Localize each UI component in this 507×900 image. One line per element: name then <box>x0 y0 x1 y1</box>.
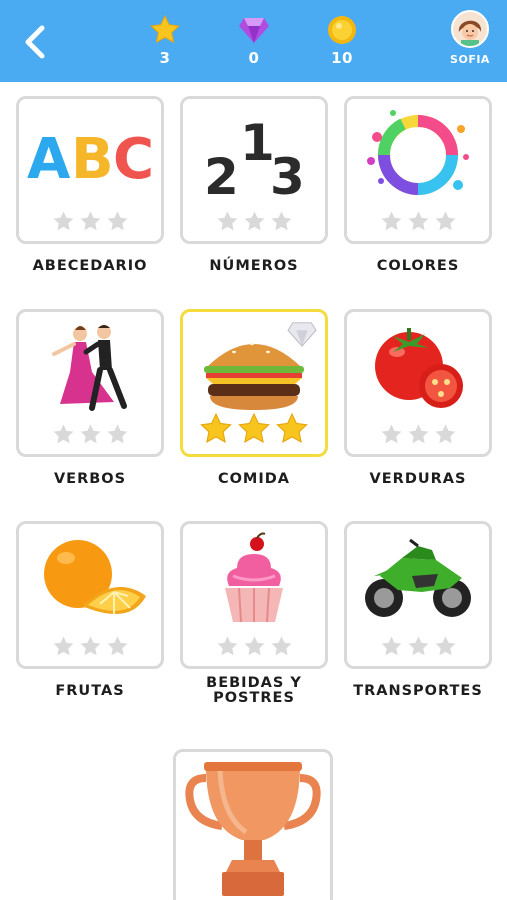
motorcycle-icon <box>347 532 489 628</box>
star-empty-icon <box>381 211 401 231</box>
star-earned-icon <box>276 412 308 443</box>
star-earned-icon <box>238 412 270 443</box>
star-icon <box>150 14 180 44</box>
back-button[interactable] <box>18 22 52 62</box>
star-empty-icon <box>408 424 428 444</box>
category-label: VERDURAS <box>369 471 467 487</box>
avatar <box>451 10 489 48</box>
star-empty-icon <box>80 211 100 231</box>
category-card-transportes[interactable] <box>344 521 492 669</box>
star-empty-icon <box>217 211 237 231</box>
category-card-comida[interactable] <box>180 309 328 457</box>
chevron-left-icon <box>25 25 45 59</box>
star-empty-icon <box>107 424 127 444</box>
trophy-card[interactable] <box>173 749 333 900</box>
star-rating <box>19 635 161 658</box>
star-empty-icon <box>435 211 455 231</box>
coins-counter: 10 <box>312 14 372 67</box>
star-empty-icon <box>435 424 455 444</box>
letter-b: B <box>71 127 114 190</box>
gems-count: 0 <box>248 49 260 67</box>
profile-button[interactable]: SOFIA <box>440 10 500 66</box>
gems-counter: 0 <box>224 14 284 67</box>
letter-c: C <box>113 127 154 190</box>
category-label: COLORES <box>376 258 460 274</box>
top-bar: 3 0 10 SOFIA <box>0 0 507 82</box>
star-rating <box>347 635 489 658</box>
star-rating <box>183 412 325 446</box>
paint-splash-icon <box>347 107 489 203</box>
star-empty-icon <box>408 211 428 231</box>
category-card-numeros[interactable]: 2 1 3 <box>180 96 328 244</box>
star-empty-icon <box>53 636 73 656</box>
category-label: NÚMEROS <box>209 258 299 274</box>
star-empty-icon <box>53 211 73 231</box>
orange-icon <box>19 532 161 628</box>
category-card-verduras[interactable] <box>344 309 492 457</box>
star-empty-icon <box>107 636 127 656</box>
girl-avatar-icon <box>453 12 487 46</box>
category-label: TRANSPORTES <box>353 683 483 699</box>
dancing-couple-icon <box>19 320 161 416</box>
star-empty-icon <box>80 636 100 656</box>
star-rating <box>19 423 161 446</box>
star-rating <box>183 210 325 233</box>
numbers-icon: 2 1 3 <box>183 107 325 203</box>
category-label: FRUTAS <box>55 683 125 699</box>
category-label: ABECEDARIO <box>32 258 148 274</box>
star-empty-icon <box>53 424 73 444</box>
digit-3: 3 <box>270 148 305 200</box>
category-label: BEBIDAS Y POSTRES <box>206 675 302 706</box>
star-empty-icon <box>435 636 455 656</box>
star-empty-icon <box>244 636 264 656</box>
abc-letters-icon: A B C <box>19 107 161 203</box>
star-empty-icon <box>271 211 291 231</box>
star-rating <box>347 423 489 446</box>
profile-name: SOFIA <box>450 53 490 66</box>
star-rating <box>19 210 161 233</box>
star-empty-icon <box>408 636 428 656</box>
star-empty-icon <box>80 424 100 444</box>
star-empty-icon <box>217 636 237 656</box>
star-empty-icon <box>271 636 291 656</box>
digit-2: 2 <box>204 148 239 200</box>
star-empty-icon <box>244 211 264 231</box>
hamburger-icon <box>183 320 325 416</box>
category-card-verbos[interactable] <box>16 309 164 457</box>
cupcake-icon <box>183 532 325 628</box>
coin-icon <box>328 16 356 44</box>
star-empty-icon <box>381 636 401 656</box>
category-card-abecedario[interactable]: A B C <box>16 96 164 244</box>
star-empty-icon <box>107 211 127 231</box>
diamond-icon <box>239 18 269 43</box>
coins-count: 10 <box>331 49 353 67</box>
star-rating <box>183 635 325 658</box>
letter-a: A <box>27 127 71 190</box>
category-card-bebidas-y-postres[interactable] <box>180 521 328 669</box>
category-card-colores[interactable] <box>344 96 492 244</box>
star-empty-icon <box>381 424 401 444</box>
category-label: VERBOS <box>53 471 127 487</box>
tomato-icon <box>347 320 489 416</box>
stars-count: 3 <box>159 49 171 67</box>
category-card-frutas[interactable] <box>16 521 164 669</box>
star-earned-icon <box>200 412 232 443</box>
diamond-icon <box>287 322 317 347</box>
category-label: COMIDA <box>217 471 291 487</box>
stars-counter: 3 <box>135 14 195 67</box>
star-rating <box>347 210 489 233</box>
trophy-icon <box>185 762 321 896</box>
